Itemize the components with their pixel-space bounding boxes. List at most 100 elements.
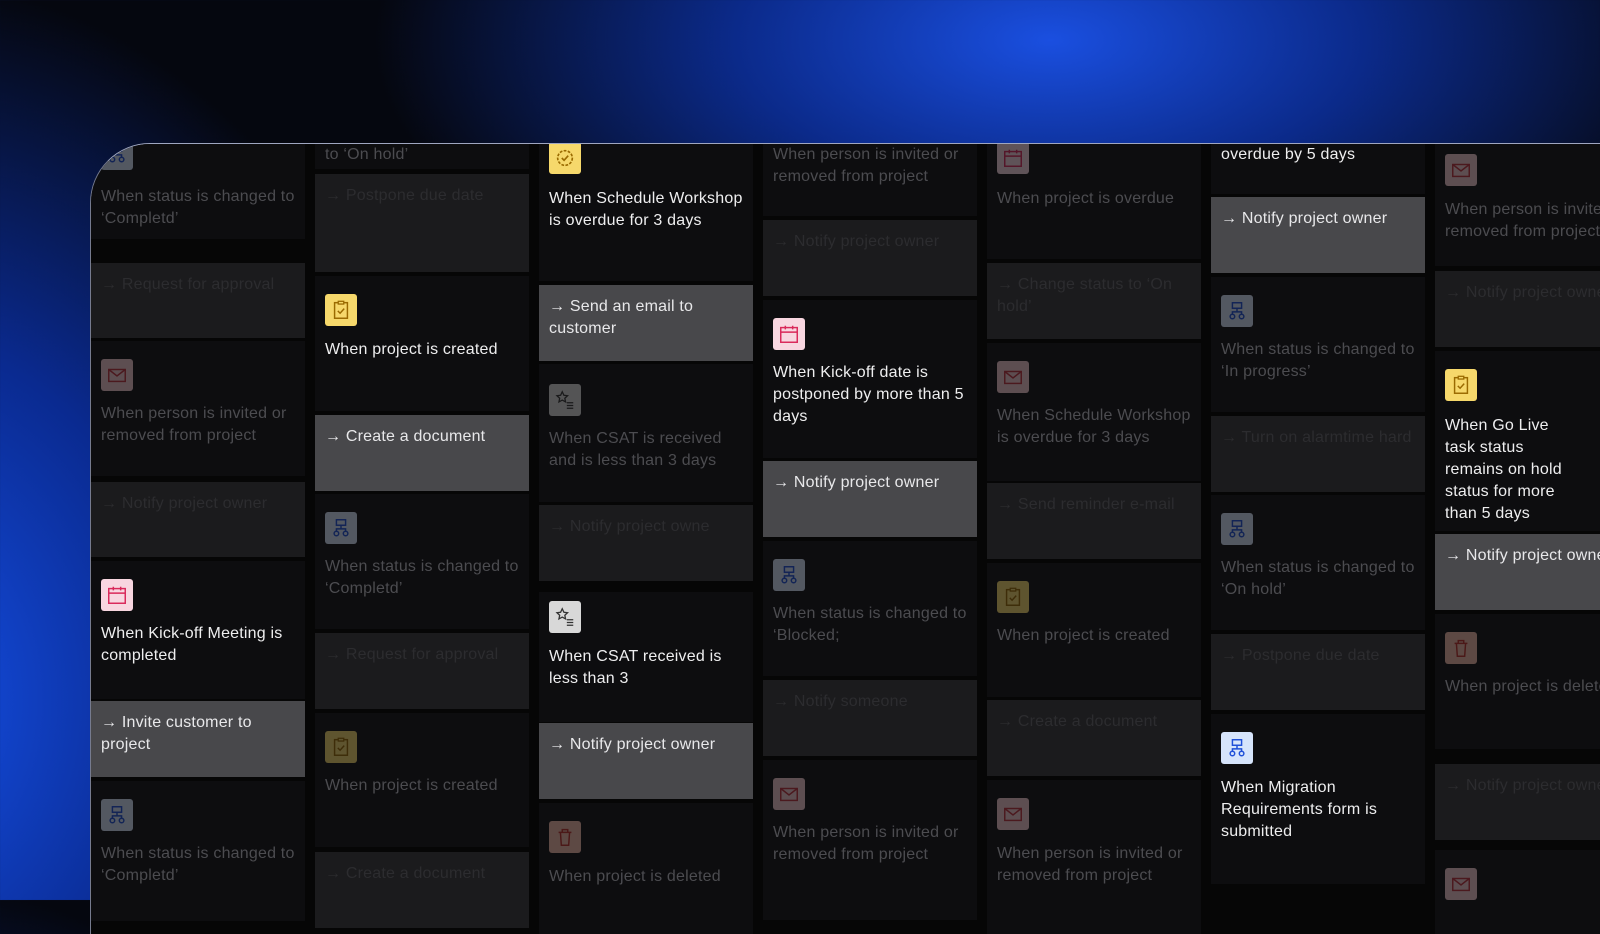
trigger-card[interactable]: When CSAT received is less than 3	[539, 592, 753, 722]
trigger-card[interactable]: to ‘On hold’	[315, 144, 529, 169]
flow-icon	[101, 799, 133, 831]
action-card[interactable]: → Create a document	[987, 700, 1201, 776]
mail-icon	[773, 778, 805, 810]
mail-icon	[1445, 154, 1477, 186]
action-card[interactable]: → Change status to ‘On hold’	[987, 263, 1201, 339]
action-card[interactable]: → Create a document	[315, 415, 529, 491]
trigger-card[interactable]: overdue by 5 days	[1211, 144, 1425, 194]
trash-icon	[549, 821, 581, 853]
trigger-card[interactable]: When Kick-off Meeting is completed	[91, 561, 305, 699]
action-text: → Notify project owne	[549, 518, 710, 535]
mail-icon	[101, 359, 133, 391]
trigger-card[interactable]: When status is changed to ‘Completd’	[91, 781, 305, 921]
trigger-text: When Schedule Workshop is overdue for 3 …	[549, 190, 743, 229]
trigger-card[interactable]: When person is invited or removed from p…	[91, 341, 305, 476]
action-text: → Create a document	[325, 428, 486, 445]
trigger-text: When status is changed to ‘Completd’	[101, 188, 295, 227]
trigger-text: When Kick-off Meeting is completed	[101, 625, 283, 664]
trigger-text: When project is deleted	[1445, 678, 1600, 695]
action-card[interactable]: → Create a document	[315, 852, 529, 928]
action-card[interactable]: → Notify project owner	[763, 220, 977, 296]
trigger-text: When CSAT received is less than 3	[549, 648, 722, 687]
flow-icon	[1221, 295, 1253, 327]
trigger-card[interactable]: When status is changed to ‘In progress’	[1211, 277, 1425, 412]
trigger-text: When CSAT is received and is less than 3…	[549, 430, 722, 469]
trigger-card[interactable]: When project is created	[315, 276, 529, 411]
flow-icon	[1221, 513, 1253, 545]
action-text: → Turn on alarmtime hard	[1221, 429, 1412, 446]
clipboard-icon	[1445, 369, 1477, 401]
trigger-card[interactable]: When status is changed to ‘Completd’	[91, 144, 305, 239]
action-card[interactable]: → Turn on alarmtime hard	[1211, 416, 1425, 492]
action-card[interactable]: → Postpone due date	[1211, 634, 1425, 710]
trigger-text: When project is created	[325, 777, 498, 794]
trigger-text: When person is invited or removed from p…	[1445, 201, 1600, 240]
flow-icon	[325, 512, 357, 544]
action-text: → Notify project owner	[1445, 284, 1600, 301]
star-list-icon	[549, 384, 581, 416]
trigger-card[interactable]: When person is invited or removed from p…	[763, 760, 977, 920]
automation-rules-panel: When status is changed to ‘Completd’ → R…	[90, 143, 1600, 934]
action-card[interactable]: → Notify project owner	[539, 723, 753, 799]
action-text: → Create a document	[997, 713, 1158, 730]
trigger-text: When status is changed to ‘Blocked;	[773, 605, 967, 644]
trigger-card[interactable]	[1435, 850, 1600, 934]
action-card[interactable]: → Send an email to customer	[539, 285, 753, 361]
trigger-text: When status is changed to ‘On hold’	[1221, 559, 1415, 598]
trigger-text: When person is invited or removed from p…	[997, 845, 1183, 884]
trigger-text: When person is invited or removed from p…	[773, 824, 959, 863]
trigger-card[interactable]: When Schedule Workshop is overdue for 3 …	[539, 144, 753, 281]
trigger-card[interactable]: When person is invited or removed from p…	[1435, 144, 1600, 266]
action-text: → Notify project owner	[1445, 547, 1600, 564]
action-card[interactable]: → Request for approval	[315, 633, 529, 709]
trigger-card[interactable]: When Go Live task status remains on hold…	[1435, 351, 1600, 531]
action-text: → Postpone due date	[1221, 647, 1380, 664]
trigger-card[interactable]: When project is deleted	[1435, 614, 1600, 749]
clipboard-icon	[325, 731, 357, 763]
trigger-card[interactable]: When status is changed to ‘Blocked;	[763, 541, 977, 676]
trigger-card[interactable]: When project is overdue	[987, 144, 1201, 259]
trash-icon	[1445, 632, 1477, 664]
trigger-text: When Schedule Workshop is overdue for 3 …	[997, 407, 1191, 446]
trigger-text: When person is invited or removed from p…	[773, 146, 959, 185]
trigger-text: When project is created	[325, 341, 498, 358]
trigger-card[interactable]: When status is changed to ‘On hold’	[1211, 495, 1425, 630]
trigger-card[interactable]: When person is invited or removed from p…	[987, 780, 1201, 934]
action-card[interactable]: → Notify project owner	[1435, 271, 1600, 347]
action-card[interactable]: → Notify project owne	[539, 505, 753, 581]
calendar-icon	[997, 144, 1029, 174]
badge-check-icon	[549, 144, 581, 174]
action-card[interactable]: → Notify project owner	[1211, 197, 1425, 273]
action-card[interactable]: → Invite customer to project	[91, 701, 305, 777]
action-card[interactable]: → Postpone due date	[315, 174, 529, 272]
action-card[interactable]: → Notify project owner	[1435, 764, 1600, 840]
trigger-card[interactable]: When Migration Requirements form is subm…	[1211, 714, 1425, 884]
trigger-text: When Go Live task status remains on hold…	[1445, 417, 1562, 522]
mail-icon	[1445, 868, 1477, 900]
flow-icon	[1221, 732, 1253, 764]
action-text: → Change status to ‘On hold’	[997, 276, 1173, 315]
action-text: → Send an email to customer	[549, 298, 694, 337]
calendar-icon	[773, 318, 805, 350]
trigger-card[interactable]: When CSAT is received and is less than 3…	[539, 364, 753, 502]
action-card[interactable]: → Notify project owner	[1435, 534, 1600, 610]
trigger-card[interactable]: When status is changed to ‘Completd’	[315, 494, 529, 629]
trigger-card[interactable]: When Schedule Workshop is overdue for 3 …	[987, 343, 1201, 481]
action-text: → Notify project owner	[1445, 777, 1600, 794]
trigger-card[interactable]: When project is created	[987, 563, 1201, 697]
trigger-card[interactable]: When project is created	[315, 713, 529, 847]
action-card[interactable]: → Request for approval	[91, 263, 305, 338]
action-text: → Notify someone	[773, 693, 908, 710]
action-card[interactable]: → Notify someone	[763, 680, 977, 756]
action-text: → Send reminder e-mail	[997, 496, 1175, 513]
action-card[interactable]: → Notify project owner	[763, 461, 977, 537]
trigger-card[interactable]: When person is invited or removed from p…	[763, 144, 977, 216]
action-text: → Notify project owner	[101, 495, 268, 512]
trigger-card[interactable]: When project is deleted	[539, 803, 753, 934]
action-card[interactable]: → Send reminder e-mail	[987, 483, 1201, 559]
trigger-card[interactable]: When Kick-off date is postponed by more …	[763, 300, 977, 458]
action-text: → Postpone due date	[325, 187, 484, 204]
trigger-text: When project is deleted	[549, 868, 721, 885]
trigger-text: When person is invited or removed from p…	[101, 405, 287, 444]
action-card[interactable]: → Notify project owner	[91, 482, 305, 557]
